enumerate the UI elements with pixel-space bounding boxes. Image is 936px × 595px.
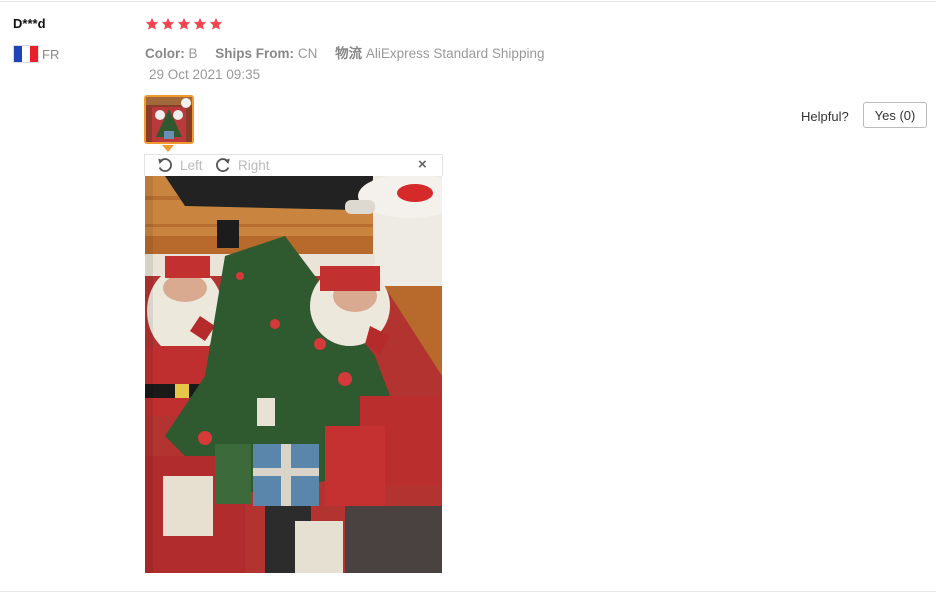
rotate-left-button[interactable]: Left [156, 156, 203, 174]
bottom-divider [0, 591, 936, 592]
star-icon [177, 17, 191, 30]
logistics-label: 物流 [335, 46, 363, 61]
rotate-right-button[interactable]: Right [214, 156, 270, 174]
helpful-label: Helpful? [801, 109, 849, 124]
star-icon [209, 17, 223, 30]
review-attributes: Color: B Ships From: CN 物流 AliExpress St… [145, 42, 544, 62]
rotate-left-label: Left [180, 157, 203, 173]
star-icon [193, 17, 207, 30]
color-attr-label: Color: [145, 46, 185, 61]
country-code: FR [42, 46, 60, 62]
rotate-right-icon [216, 158, 230, 172]
logistics-value: AliExpress Standard Shipping [365, 46, 545, 61]
star-icon [161, 17, 175, 30]
star-rating [145, 17, 223, 31]
helpful-yes-button[interactable]: Yes (0) [863, 102, 927, 128]
rotate-right-label: Right [238, 157, 270, 173]
review-photo-large [145, 176, 442, 573]
photo-viewer-toolbar: Left Right × [144, 154, 443, 176]
close-icon[interactable]: × [418, 156, 427, 173]
review-photo-thumbnail[interactable] [144, 95, 194, 144]
color-attr-value: B [188, 46, 198, 61]
review-date: 29 Oct 2021 09:35 [149, 67, 261, 82]
ships-from-value: CN [297, 46, 318, 61]
france-flag-icon [13, 45, 39, 63]
reviewer-country: FR [13, 45, 59, 63]
thumbnail-pointer [162, 145, 174, 152]
rotate-left-icon [158, 158, 172, 172]
top-divider [0, 1, 936, 2]
star-icon [145, 17, 159, 30]
ships-from-label: Ships From: [215, 46, 295, 61]
reviewer-name: D***d [13, 16, 46, 31]
